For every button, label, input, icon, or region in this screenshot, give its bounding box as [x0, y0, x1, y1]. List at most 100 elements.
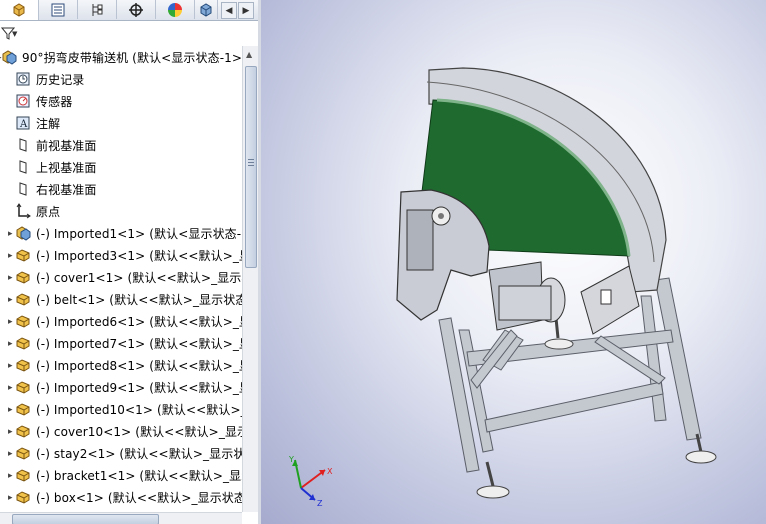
- part-icon: [14, 444, 32, 462]
- expand-icon[interactable]: ▸: [8, 383, 16, 393]
- part-tree-icon: [13, 3, 25, 17]
- tree-item[interactable]: ▸ (-) belt<1> (默认<<默认>_显示状态: [0, 288, 242, 310]
- tree-item-label: (-) Imported3<1> (默认<<默认>_显: [36, 248, 242, 263]
- property-list-icon: [51, 3, 65, 16]
- tree-item[interactable]: A 注解: [0, 112, 242, 134]
- tree-item-label: (-) belt<1> (默认<<默认>_显示状态: [36, 292, 242, 307]
- assembly-icon: [14, 224, 32, 242]
- part-icon: [14, 400, 32, 418]
- tree-item-label: (-) Imported1<1> (默认<显示状态-1: [36, 226, 242, 241]
- expand-icon[interactable]: ▸: [8, 493, 16, 503]
- tab-display-manager[interactable]: [156, 0, 195, 19]
- tree-item-label: (-) box<1> (默认<<默认>_显示状态: [36, 490, 242, 505]
- tab-dimxpert[interactable]: [117, 0, 156, 19]
- triad-x-label: X: [327, 467, 333, 476]
- part-icon: [14, 312, 32, 330]
- annotation-icon: A: [14, 114, 32, 132]
- support-legs: [438, 277, 702, 473]
- tree-item[interactable]: ▸ (-) Imported8<1> (默认<<默认>_显: [0, 354, 242, 376]
- tree-item[interactable]: ▸ (-) cover1<1> (默认<<默认>_显示状: [0, 266, 242, 288]
- color-wheel-icon: [168, 2, 182, 17]
- feature-manager-panel: ◀ ▶ ▼ ▸ 90°拐弯皮带输送机 (默认<显示状态-1>) 历史记录传感器 A 注解…: [0, 0, 259, 524]
- triad-y-label: Y: [288, 455, 294, 464]
- tree-item[interactable]: 原点: [0, 200, 242, 222]
- cube-icon: [200, 2, 212, 17]
- conveyor-model: X Y Z: [288, 67, 717, 508]
- tree-item-label: 上视基准面: [36, 160, 97, 175]
- expand-icon[interactable]: ▸: [8, 229, 16, 239]
- origin-icon: [14, 202, 32, 220]
- part-icon: [14, 268, 32, 286]
- tree-item[interactable]: ▸ 90°拐弯皮带输送机 (默认<显示状态-1>): [0, 46, 242, 68]
- tree-item-label: 前视基准面: [36, 138, 97, 153]
- tree-item-label: 右视基准面: [36, 182, 97, 197]
- tree-item[interactable]: ▸ (-) Imported10<1> (默认<<默认>_显: [0, 398, 242, 420]
- tree-item[interactable]: 前视基准面: [0, 134, 242, 156]
- tree-item-label: 传感器: [36, 94, 73, 109]
- tree-item[interactable]: ▸ (-) cover10<1> (默认<<默认>_显示状: [0, 420, 242, 442]
- expand-icon[interactable]: ▸: [8, 317, 16, 327]
- tab-prev-button[interactable]: ◀: [221, 2, 237, 19]
- part-icon: [14, 488, 32, 506]
- plane-icon: [14, 180, 32, 198]
- tree-item-label: (-) Imported7<1> (默认<<默认>_显: [36, 336, 242, 351]
- tree-item[interactable]: ▸ (-) bracket1<1> (默认<<默认>_显示: [0, 464, 242, 486]
- tree-item-label: (-) cover1<1> (默认<<默认>_显示状: [36, 270, 242, 285]
- tree-item-label: (-) Imported10<1> (默认<<默认>_显: [36, 402, 242, 417]
- expand-icon[interactable]: ▸: [8, 405, 16, 415]
- tree-horizontal-scroll-thumb[interactable]: [12, 514, 159, 524]
- sensor-icon: [14, 92, 32, 110]
- plane-icon: [14, 158, 32, 176]
- crosshair-icon: [129, 2, 143, 17]
- tree-item[interactable]: 右视基准面: [0, 178, 242, 200]
- part-icon: [14, 290, 32, 308]
- part-icon: [14, 378, 32, 396]
- tree-item[interactable]: ▸ (-) stay2<1> (默认<<默认>_显示状态: [0, 442, 242, 464]
- filter-dropdown-icon[interactable]: ▼: [12, 30, 17, 38]
- tree-item-label: 原点: [36, 204, 61, 219]
- filter-bar: ▼: [0, 21, 242, 45]
- feature-tree: ▸ 90°拐弯皮带输送机 (默认<显示状态-1>) 历史记录传感器 A 注解前视基准面上…: [0, 46, 242, 512]
- scroll-up-icon[interactable]: ▲: [246, 50, 252, 59]
- tree-item[interactable]: 传感器: [0, 90, 242, 112]
- coordinate-triad: X Y Z: [288, 455, 333, 508]
- drive-motor: [488, 261, 640, 335]
- expand-icon[interactable]: ▸: [8, 471, 16, 481]
- tree-item-label: (-) Imported8<1> (默认<<默认>_显: [36, 358, 242, 373]
- tree-item-label: (-) Imported9<1> (默认<<默认>_显: [36, 380, 242, 395]
- expand-icon[interactable]: ▸: [8, 427, 16, 437]
- expand-icon[interactable]: ▸: [8, 251, 16, 261]
- tree-item[interactable]: ▸ (-) Imported6<1> (默认<<默认>_显: [0, 310, 242, 332]
- tree-item[interactable]: ▸ (-) Imported1<1> (默认<显示状态-1: [0, 222, 242, 244]
- part-icon: [14, 334, 32, 352]
- tree-item-label: 历史记录: [36, 72, 85, 87]
- tree-item[interactable]: 历史记录: [0, 68, 242, 90]
- tree-item[interactable]: ▸ (-) Imported7<1> (默认<<默认>_显: [0, 332, 242, 354]
- tree-vertical-scrollbar[interactable]: ▲: [242, 46, 258, 512]
- tab-feature-manager[interactable]: [0, 0, 39, 20]
- tab-next-button[interactable]: ▶: [238, 2, 254, 19]
- tree-item[interactable]: 上视基准面: [0, 156, 242, 178]
- graphics-viewport[interactable]: X Y Z: [261, 0, 766, 524]
- tree-item[interactable]: ▸ (-) Imported3<1> (默认<<默认>_显: [0, 244, 242, 266]
- tree-item-label: 90°拐弯皮带输送机 (默认<显示状态-1>): [22, 50, 242, 65]
- tab-configuration-manager[interactable]: [78, 0, 117, 19]
- expand-icon[interactable]: ▸: [8, 273, 16, 283]
- tree-item-label: (-) stay2<1> (默认<<默认>_显示状态: [36, 446, 242, 461]
- expand-icon[interactable]: ▸: [8, 361, 16, 371]
- tree-item[interactable]: ▸ (-) box<1> (默认<<默认>_显示状态: [0, 486, 242, 508]
- tree-vertical-scroll-thumb[interactable]: [245, 66, 257, 268]
- expand-icon[interactable]: ▸: [8, 449, 16, 459]
- part-icon: [14, 422, 32, 440]
- tab-property-manager[interactable]: [39, 0, 78, 19]
- tree-horizontal-scrollbar[interactable]: [0, 512, 242, 524]
- expand-icon[interactable]: ▸: [8, 295, 16, 305]
- expand-icon[interactable]: ▸: [0, 53, 5, 63]
- tree-item[interactable]: ▸ (-) Imported9<1> (默认<<默认>_显: [0, 376, 242, 398]
- panel-tab-bar: ◀ ▶: [0, 0, 258, 21]
- tree-item-label: (-) bracket1<1> (默认<<默认>_显示: [36, 468, 242, 483]
- tab-extra[interactable]: [195, 0, 218, 19]
- expand-icon[interactable]: ▸: [8, 339, 16, 349]
- part-icon: [14, 466, 32, 484]
- triad-z-label: Z: [317, 499, 323, 508]
